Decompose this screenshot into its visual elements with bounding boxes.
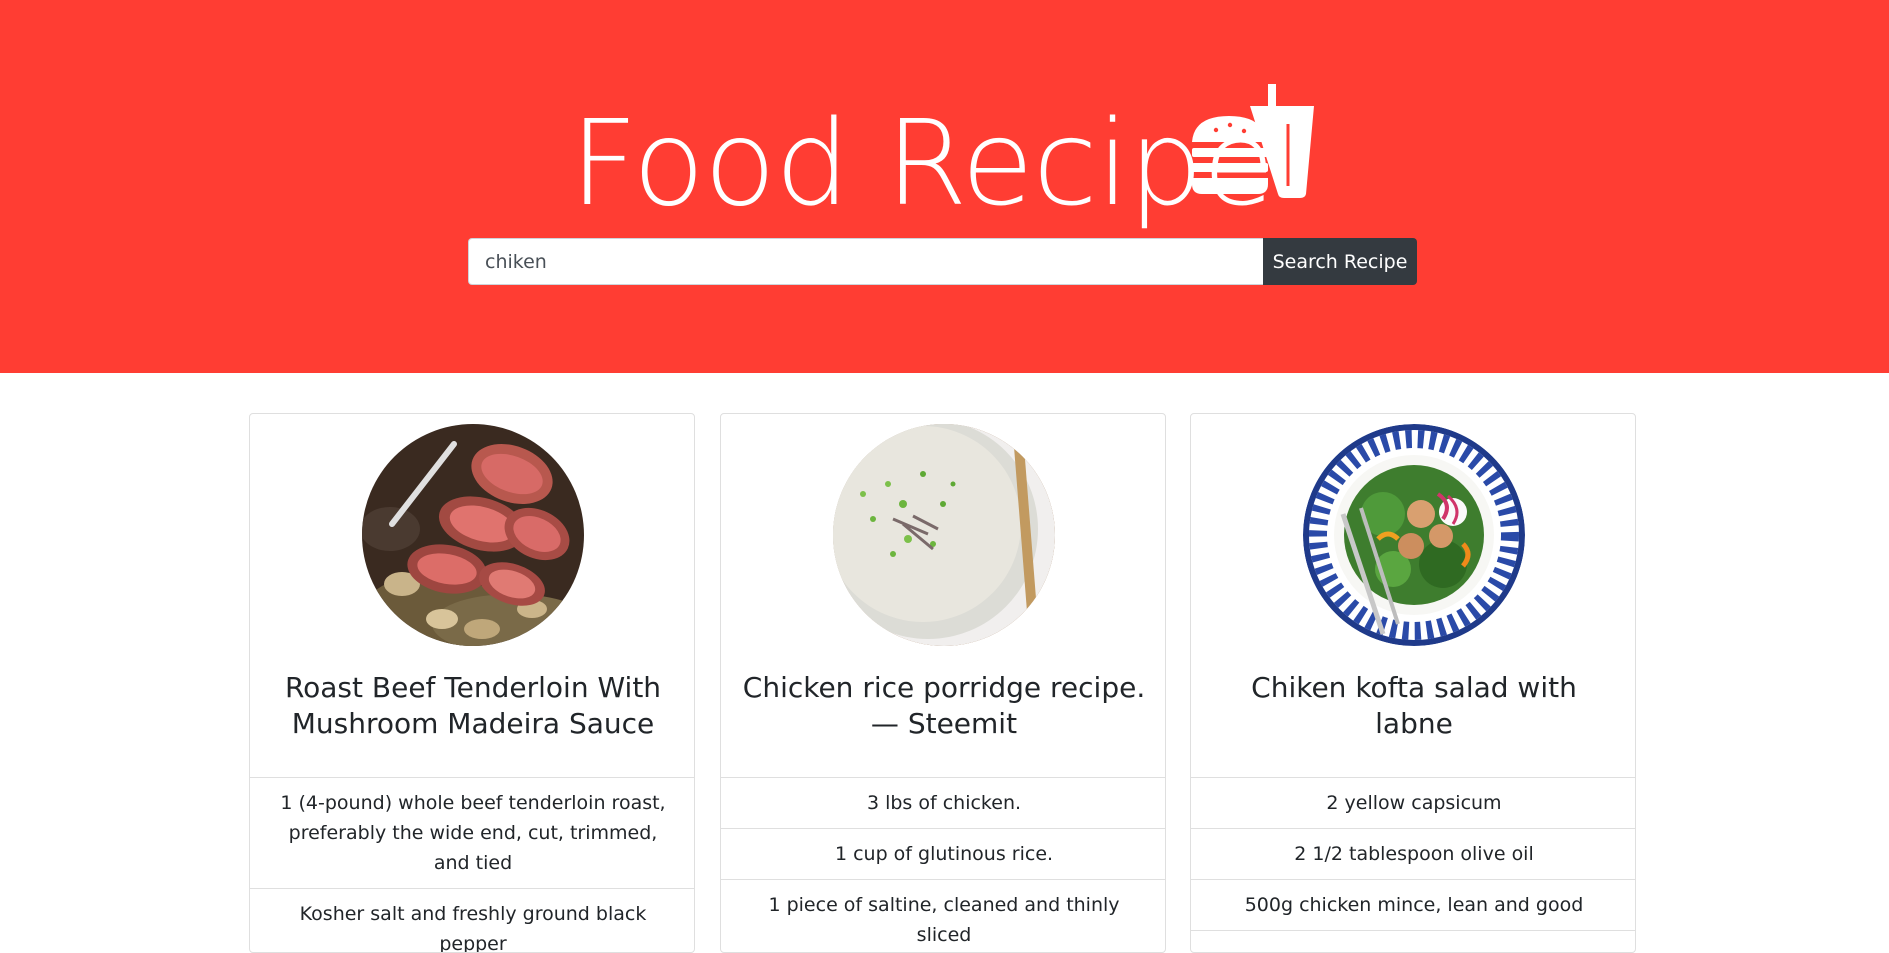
burger-and-drink-icon <box>1192 84 1314 198</box>
recipe-card[interactable]: Chiken kofta salad with labne 2 yellow c… <box>1190 413 1636 953</box>
recipe-title: Chiken kofta salad with labne <box>1251 671 1577 740</box>
ingredient-item: 3 lbs of chicken. <box>721 778 1165 829</box>
search-form: Search Recipe <box>468 238 1417 285</box>
ingredient-list: 2 yellow capsicum 2 1/2 tablespoon olive… <box>1191 777 1635 931</box>
ingredient-item: 1 cup of glutinous rice. <box>721 829 1165 880</box>
ingredient-item: 500g chicken mince, lean and good <box>1191 880 1635 931</box>
hero-banner: Food Recipe Search Recipe <box>0 0 1889 373</box>
ingredient-list: 1 (4-pound) whole beef tenderloin roast,… <box>250 777 694 952</box>
ingredient-list: 3 lbs of chicken. 1 cup of glutinous ric… <box>721 777 1165 952</box>
recipe-card[interactable]: Chicken rice porridge recipe. — Steemit … <box>720 413 1166 953</box>
ingredient-item: 1 (4-pound) whole beef tenderloin roast,… <box>250 778 694 889</box>
recipe-grid: Roast Beef Tenderloin With Mushroom Made… <box>249 413 1636 953</box>
ingredient-item: 2 1/2 tablespoon olive oil <box>1191 829 1635 880</box>
site-logo: Food Recipe <box>570 84 1320 238</box>
recipe-card[interactable]: Roast Beef Tenderloin With Mushroom Made… <box>249 413 695 953</box>
kofta-salad-photo <box>1303 424 1525 646</box>
search-input[interactable] <box>468 238 1263 285</box>
roast-beef-photo <box>362 424 584 646</box>
search-recipe-button[interactable]: Search Recipe <box>1263 238 1417 285</box>
recipe-title: Chicken rice porridge recipe. — Steemit <box>742 671 1146 740</box>
recipe-title: Roast Beef Tenderloin With Mushroom Made… <box>284 671 662 740</box>
ingredient-item: 2 yellow capsicum <box>1191 778 1635 829</box>
ingredient-item: 1 piece of saltine, cleaned and thinly s… <box>721 880 1165 952</box>
rice-porridge-photo <box>833 424 1055 646</box>
ingredient-item: Kosher salt and freshly ground black pep… <box>250 889 694 952</box>
site-title: Food Recipe <box>570 94 1275 232</box>
